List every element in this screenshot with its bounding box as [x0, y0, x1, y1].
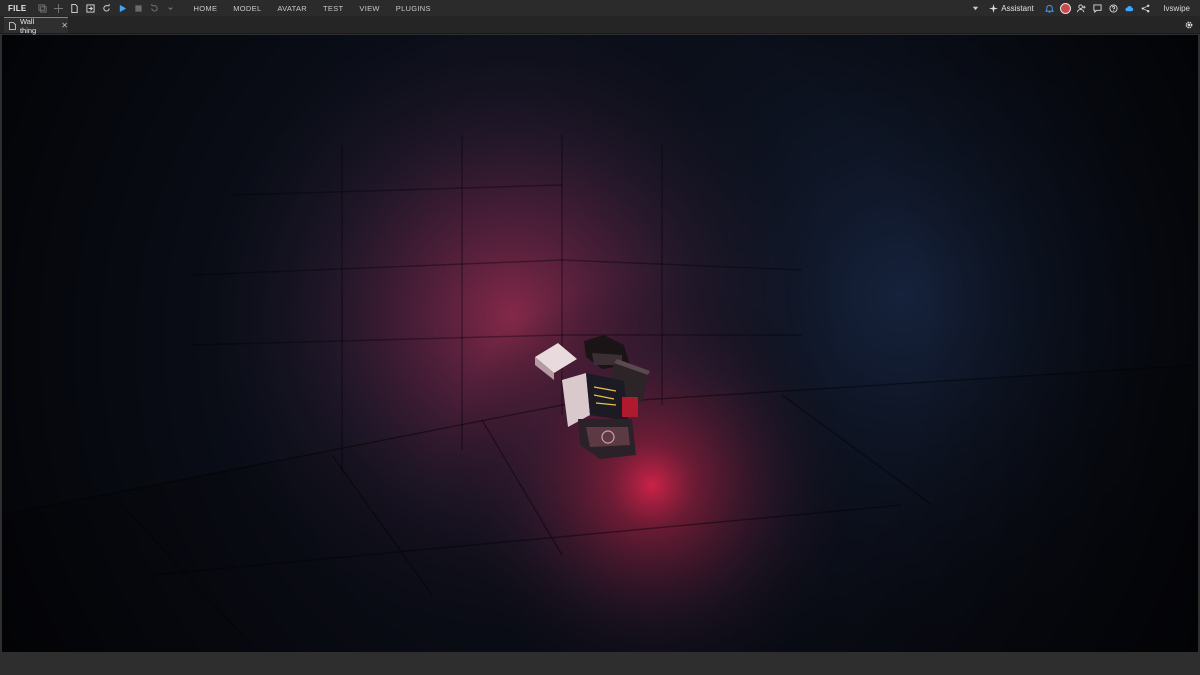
menu-plugins[interactable]: PLUGINS: [388, 4, 439, 13]
redo-icon[interactable]: [99, 1, 114, 16]
stop-icon[interactable]: [131, 1, 146, 16]
copy-icon[interactable]: [35, 1, 50, 16]
document-tab-bar: Wall thing ✕: [0, 16, 1200, 35]
file-menu[interactable]: FILE: [0, 4, 33, 13]
avatar[interactable]: [1060, 1, 1072, 15]
document-icon: [9, 21, 16, 30]
move-icon[interactable]: [51, 1, 66, 16]
top-menu-bar: FILE HOME MODEL AVATAR TEST VIEW PLUGINS…: [0, 0, 1200, 16]
tab-label: Wall thing: [19, 16, 37, 35]
add-friend-icon[interactable]: [1076, 1, 1088, 15]
tab-wall-thing[interactable]: Wall thing ✕: [4, 16, 68, 35]
help-icon[interactable]: [1108, 1, 1120, 15]
menu-avatar[interactable]: AVATAR: [269, 4, 315, 13]
assistant-button[interactable]: Assistant: [985, 3, 1039, 13]
import-icon[interactable]: [83, 1, 98, 16]
chevron-down-icon[interactable]: [969, 1, 981, 15]
close-icon[interactable]: ✕: [61, 21, 68, 30]
notification-icon[interactable]: [1044, 1, 1056, 15]
undo-icon[interactable]: [147, 1, 162, 16]
account-toolbar: Assistant lvswipe: [969, 1, 1200, 15]
assistant-label: Assistant: [1001, 3, 1034, 13]
username[interactable]: lvswipe: [1164, 4, 1190, 13]
sparkle-icon: [989, 3, 999, 13]
new-file-icon[interactable]: [67, 1, 82, 16]
quick-toolbar: [35, 1, 178, 16]
bottom-bar: [0, 653, 1200, 675]
share-icon[interactable]: [1140, 1, 1152, 15]
cloud-icon[interactable]: [1124, 1, 1136, 15]
scene-render: [2, 35, 1198, 652]
menu-home[interactable]: HOME: [186, 4, 226, 13]
main-menus: HOME MODEL AVATAR TEST VIEW PLUGINS: [186, 4, 439, 13]
chat-icon[interactable]: [1092, 1, 1104, 15]
play-icon[interactable]: [115, 1, 130, 16]
dropdown-icon[interactable]: [163, 1, 178, 16]
gear-icon[interactable]: [1184, 20, 1194, 30]
menu-view[interactable]: VIEW: [351, 4, 387, 13]
menu-test[interactable]: TEST: [315, 4, 351, 13]
menu-model[interactable]: MODEL: [225, 4, 269, 13]
3d-viewport[interactable]: [2, 35, 1198, 652]
